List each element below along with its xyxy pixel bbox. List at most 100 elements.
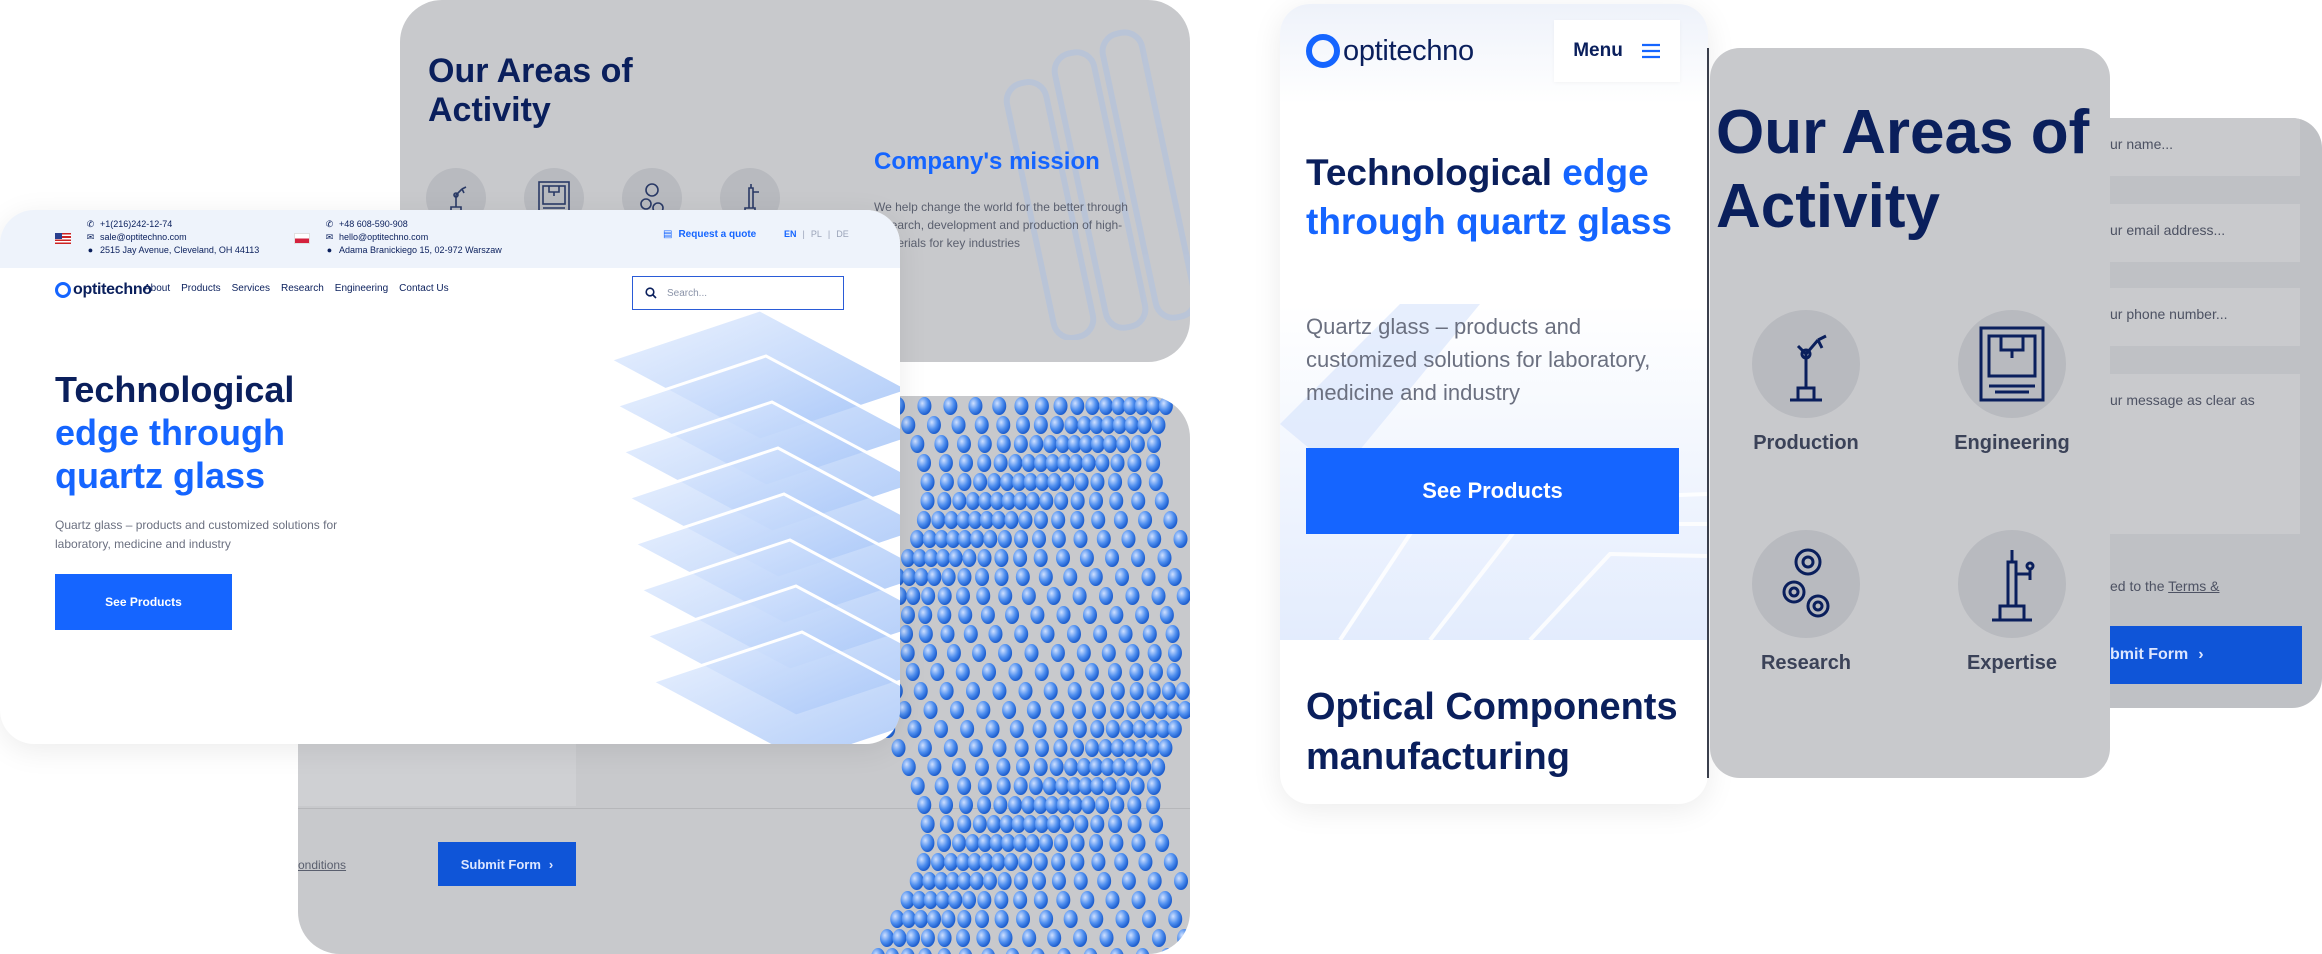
pattern-dot: [1053, 720, 1068, 738]
pattern-dot: [1034, 739, 1049, 757]
us-email[interactable]: sale@optitechno.com: [100, 231, 187, 244]
nav-research[interactable]: Research: [281, 283, 324, 294]
pattern-dot: [1031, 948, 1045, 954]
pattern-dot: [1098, 739, 1113, 757]
pattern-dot: [920, 492, 935, 510]
pattern-dot: [1063, 758, 1078, 776]
pattern-dot: [1168, 910, 1183, 928]
search-icon: [645, 287, 657, 299]
pattern-dot: [1142, 625, 1157, 643]
email-field[interactable]: ur email address...: [2110, 204, 2300, 262]
phone-field[interactable]: ur phone number...: [2110, 288, 2300, 346]
lang-de[interactable]: DE: [836, 229, 849, 239]
pattern-dot: [972, 644, 987, 662]
menu-button[interactable]: Menu: [1554, 20, 1680, 82]
search-input[interactable]: Search...: [632, 276, 844, 310]
pl-email[interactable]: hello@optitechno.com: [339, 231, 428, 244]
area-label: Production: [1753, 432, 1859, 454]
pattern-dot: [1039, 492, 1054, 510]
pattern-dot: [982, 663, 997, 681]
pattern-dot: [927, 910, 942, 928]
mobile-submit-form-button[interactable]: bmit Form ›: [2110, 626, 2302, 684]
name-field[interactable]: ur name...: [2110, 118, 2300, 176]
pattern-dot: [1042, 777, 1057, 795]
message-field[interactable]: ur message as clear as: [2110, 374, 2300, 534]
nav-products[interactable]: Products: [181, 283, 220, 294]
pattern-dot: [1163, 853, 1178, 871]
pattern-dot: [1043, 435, 1058, 453]
logo[interactable]: optitechno: [55, 281, 152, 299]
pattern-dot: [1034, 815, 1049, 833]
pattern-dot: [1130, 777, 1145, 795]
pattern-dot: [1115, 777, 1130, 795]
pl-phone[interactable]: +48 608-590-908: [339, 218, 408, 231]
pattern-dot: [1127, 473, 1142, 491]
glass-plates-graphic: [606, 310, 900, 744]
mobile-logo[interactable]: optitechno: [1306, 34, 1474, 68]
pattern-dot: [937, 834, 952, 852]
request-quote-label: Request a quote: [678, 229, 757, 240]
nav-engineering[interactable]: Engineering: [335, 283, 388, 294]
nav-about[interactable]: About: [144, 283, 170, 294]
request-quote-link[interactable]: ▤ Request a quote: [663, 229, 756, 240]
area-production[interactable]: Production: [1726, 310, 1886, 455]
name-placeholder: ur name...: [2110, 136, 2174, 152]
pattern-dot: [1018, 511, 1033, 529]
pattern-dot: [1046, 587, 1061, 605]
pattern-dot: [1083, 606, 1098, 624]
pattern-dot: [1043, 682, 1058, 700]
pattern-dot: [1015, 568, 1030, 586]
nav-services[interactable]: Services: [232, 283, 270, 294]
pattern-dot: [943, 739, 958, 757]
pattern-dot: [1110, 796, 1125, 814]
pattern-dot: [968, 397, 983, 415]
mobile-submit-label: bmit Form: [2110, 646, 2189, 663]
terms-link[interactable]: Terms &: [2168, 578, 2219, 594]
pattern-dot: [1070, 853, 1085, 871]
pattern-dot: [1178, 701, 1190, 719]
pattern-dot: [1146, 682, 1161, 700]
pattern-dot: [909, 872, 924, 890]
robot-arm-icon: [1752, 310, 1860, 418]
pattern-dot: [938, 454, 953, 472]
pattern-dot: [965, 834, 980, 852]
pattern-dot: [1033, 549, 1048, 567]
pattern-dot: [1066, 625, 1081, 643]
pattern-dot: [1070, 397, 1085, 415]
us-phone[interactable]: +1(216)242-12-74: [100, 218, 172, 231]
phone-placeholder: ur phone number...: [2110, 306, 2228, 322]
email-placeholder: ur email address...: [2110, 222, 2226, 238]
pattern-dot: [1013, 777, 1028, 795]
pattern-dot: [1159, 606, 1174, 624]
terms-link[interactable]: onditions: [298, 858, 346, 872]
pattern-dot: [994, 891, 1009, 909]
pattern-dot: [1025, 492, 1040, 510]
mobile-see-products-button[interactable]: See Products: [1306, 448, 1679, 534]
lang-pl[interactable]: PL: [811, 229, 822, 239]
pattern-dot: [1129, 663, 1144, 681]
area-research[interactable]: Research: [1726, 530, 1886, 675]
pattern-dot: [1060, 815, 1075, 833]
pattern-dot: [998, 587, 1013, 605]
pattern-dot: [1070, 739, 1085, 757]
pattern-dot: [1014, 530, 1029, 548]
pattern-dot: [970, 530, 985, 548]
terms-text: ed to the Terms &: [2110, 578, 2219, 594]
submit-form-button[interactable]: Submit Form ›: [438, 842, 576, 886]
pattern-dot: [1177, 929, 1190, 947]
pattern-dot: [1135, 606, 1150, 624]
lang-en[interactable]: EN: [784, 229, 797, 239]
pattern-dot: [968, 739, 983, 757]
pattern-dot: [992, 682, 1007, 700]
pattern-dot: [1033, 891, 1048, 909]
pattern-dot: [1028, 777, 1043, 795]
pattern-dot: [993, 796, 1008, 814]
pattern-dot: [1076, 644, 1091, 662]
us-contacts: ✆ +1(216)242-12-74 ✉ sale@optitechno.com ●…: [86, 218, 260, 257]
area-engineering[interactable]: Engineering: [1932, 310, 2092, 455]
pattern-dot: [977, 435, 992, 453]
see-products-button[interactable]: See Products: [55, 574, 232, 630]
pattern-dot: [987, 473, 1002, 491]
nav-contact-us[interactable]: Contact Us: [399, 283, 448, 294]
area-expertise[interactable]: Expertise: [1932, 530, 2092, 675]
